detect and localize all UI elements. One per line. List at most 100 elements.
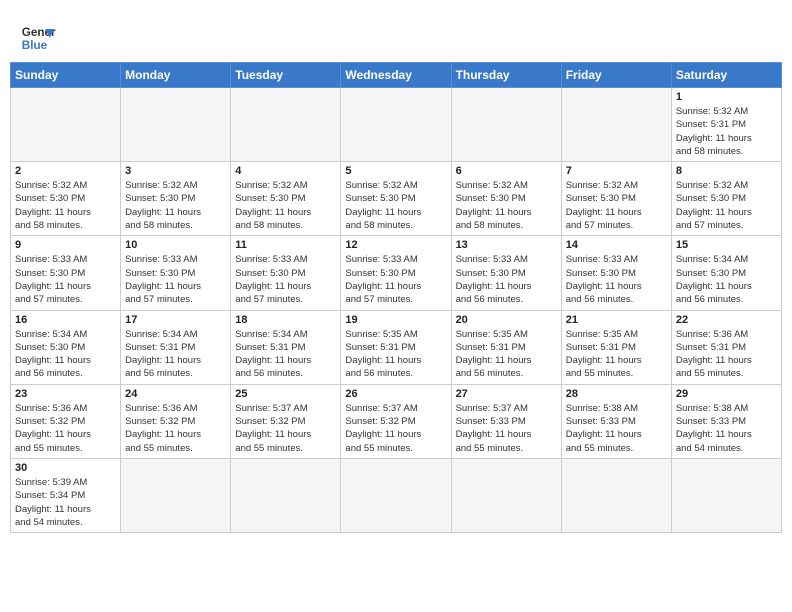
calendar-cell: 2Sunrise: 5:32 AM Sunset: 5:30 PM Daylig… [11,162,121,236]
calendar-cell [231,458,341,532]
column-header-thursday: Thursday [451,63,561,88]
calendar-cell: 18 Sunrise: 5:34 AM Sunset: 5:31 PM Dayli… [231,310,341,384]
day-info: Sunrise: 5:37 AM Sunset: 5:32 PM Dayligh… [235,402,336,455]
day-number: 7 [566,165,667,177]
calendar-cell: 23 Sunrise: 5:36 AM Sunset: 5:32 PM Dayli… [11,384,121,458]
day-number: 5 [345,165,446,177]
calendar-cell: 26Sunrise: 5:37 AM Sunset: 5:32 PM Dayli… [341,384,451,458]
calendar-cell: 21Sunrise: 5:35 AM Sunset: 5:31 PM Dayli… [561,310,671,384]
column-header-tuesday: Tuesday [231,63,341,88]
day-number: 28 [566,388,667,400]
day-info: Sunrise: 5:32 AM Sunset: 5:30 PM Dayligh… [125,179,226,232]
day-number: 17 [125,314,226,326]
svg-text:Blue: Blue [22,39,48,52]
day-number: 26 [345,388,446,400]
day-info: Sunrise: 5:32 AM Sunset: 5:30 PM Dayligh… [676,179,777,232]
day-info: Sunrise: 5:33 AM Sunset: 5:30 PM Dayligh… [125,253,226,306]
calendar-cell: 17 Sunrise: 5:34 AM Sunset: 5:31 PM Dayli… [121,310,231,384]
calendar-cell: 13Sunrise: 5:33 AM Sunset: 5:30 PM Dayli… [451,236,561,310]
calendar-cell: 7 Sunrise: 5:32 AM Sunset: 5:30 PM Daylig… [561,162,671,236]
day-info: Sunrise: 5:32 AM Sunset: 5:31 PM Dayligh… [676,105,777,158]
day-info: Sunrise: 5:37 AM Sunset: 5:33 PM Dayligh… [456,402,557,455]
logo-icon: General Blue [20,20,56,56]
day-number: 21 [566,314,667,326]
day-info: Sunrise: 5:32 AM Sunset: 5:30 PM Dayligh… [566,179,667,232]
day-info: Sunrise: 5:35 AM Sunset: 5:31 PM Dayligh… [345,328,446,381]
day-number: 8 [676,165,777,177]
calendar-cell: 14Sunrise: 5:33 AM Sunset: 5:30 PM Dayli… [561,236,671,310]
calendar-cell [341,458,451,532]
calendar-cell [451,458,561,532]
day-number: 3 [125,165,226,177]
day-number: 10 [125,239,226,251]
day-number: 1 [676,91,777,103]
day-info: Sunrise: 5:34 AM Sunset: 5:30 PM Dayligh… [676,253,777,306]
day-info: Sunrise: 5:33 AM Sunset: 5:30 PM Dayligh… [345,253,446,306]
day-number: 4 [235,165,336,177]
calendar-cell: 20 Sunrise: 5:35 AM Sunset: 5:31 PM Dayli… [451,310,561,384]
day-number: 13 [456,239,557,251]
day-number: 30 [15,462,116,474]
calendar-cell [121,88,231,162]
day-number: 27 [456,388,557,400]
calendar-cell: 29 Sunrise: 5:38 AM Sunset: 5:33 PM Dayli… [671,384,781,458]
day-number: 6 [456,165,557,177]
day-info: Sunrise: 5:32 AM Sunset: 5:30 PM Dayligh… [15,179,116,232]
day-info: Sunrise: 5:34 AM Sunset: 5:31 PM Dayligh… [125,328,226,381]
calendar-table: SundayMondayTuesdayWednesdayThursdayFrid… [10,62,782,533]
calendar-cell: 15Sunrise: 5:34 AM Sunset: 5:30 PM Dayli… [671,236,781,310]
calendar-cell: 27 Sunrise: 5:37 AM Sunset: 5:33 PM Dayli… [451,384,561,458]
column-header-monday: Monday [121,63,231,88]
calendar-cell [121,458,231,532]
calendar-cell: 8 Sunrise: 5:32 AM Sunset: 5:30 PM Daylig… [671,162,781,236]
day-number: 23 [15,388,116,400]
calendar-cell: 24Sunrise: 5:36 AM Sunset: 5:32 PM Dayli… [121,384,231,458]
day-info: Sunrise: 5:35 AM Sunset: 5:31 PM Dayligh… [456,328,557,381]
calendar-cell [11,88,121,162]
calendar-cell [341,88,451,162]
day-number: 20 [456,314,557,326]
day-number: 18 [235,314,336,326]
day-info: Sunrise: 5:36 AM Sunset: 5:32 PM Dayligh… [15,402,116,455]
day-number: 19 [345,314,446,326]
day-info: Sunrise: 5:32 AM Sunset: 5:30 PM Dayligh… [345,179,446,232]
day-info: Sunrise: 5:38 AM Sunset: 5:33 PM Dayligh… [676,402,777,455]
calendar-cell: 30 Sunrise: 5:39 AM Sunset: 5:34 PM Dayli… [11,458,121,532]
day-number: 24 [125,388,226,400]
day-info: Sunrise: 5:39 AM Sunset: 5:34 PM Dayligh… [15,476,116,529]
calendar-cell: 1 Sunrise: 5:32 AM Sunset: 5:31 PM Daylig… [671,88,781,162]
day-info: Sunrise: 5:33 AM Sunset: 5:30 PM Dayligh… [15,253,116,306]
day-info: Sunrise: 5:38 AM Sunset: 5:33 PM Dayligh… [566,402,667,455]
logo: General Blue [20,20,56,56]
day-info: Sunrise: 5:34 AM Sunset: 5:31 PM Dayligh… [235,328,336,381]
calendar-cell: 12Sunrise: 5:33 AM Sunset: 5:30 PM Dayli… [341,236,451,310]
calendar-cell: 16 Sunrise: 5:34 AM Sunset: 5:30 PM Dayli… [11,310,121,384]
day-info: Sunrise: 5:34 AM Sunset: 5:30 PM Dayligh… [15,328,116,381]
column-header-friday: Friday [561,63,671,88]
column-header-saturday: Saturday [671,63,781,88]
calendar-cell [561,88,671,162]
day-number: 25 [235,388,336,400]
day-info: Sunrise: 5:36 AM Sunset: 5:31 PM Dayligh… [676,328,777,381]
day-number: 11 [235,239,336,251]
calendar-cell: 11Sunrise: 5:33 AM Sunset: 5:30 PM Dayli… [231,236,341,310]
day-info: Sunrise: 5:32 AM Sunset: 5:30 PM Dayligh… [235,179,336,232]
calendar-cell [451,88,561,162]
day-number: 16 [15,314,116,326]
calendar-cell: 9 Sunrise: 5:33 AM Sunset: 5:30 PM Daylig… [11,236,121,310]
calendar-cell: 22Sunrise: 5:36 AM Sunset: 5:31 PM Dayli… [671,310,781,384]
calendar-cell: 5 Sunrise: 5:32 AM Sunset: 5:30 PM Daylig… [341,162,451,236]
calendar-cell: 3 Sunrise: 5:32 AM Sunset: 5:30 PM Daylig… [121,162,231,236]
calendar-cell [561,458,671,532]
calendar-cell [231,88,341,162]
calendar-cell: 10 Sunrise: 5:33 AM Sunset: 5:30 PM Dayli… [121,236,231,310]
day-info: Sunrise: 5:33 AM Sunset: 5:30 PM Dayligh… [566,253,667,306]
calendar-cell [671,458,781,532]
column-header-wednesday: Wednesday [341,63,451,88]
calendar-cell: 28 Sunrise: 5:38 AM Sunset: 5:33 PM Dayli… [561,384,671,458]
header: General Blue [10,10,782,62]
day-number: 29 [676,388,777,400]
day-number: 9 [15,239,116,251]
calendar-cell: 6 Sunrise: 5:32 AM Sunset: 5:30 PM Daylig… [451,162,561,236]
day-info: Sunrise: 5:32 AM Sunset: 5:30 PM Dayligh… [456,179,557,232]
